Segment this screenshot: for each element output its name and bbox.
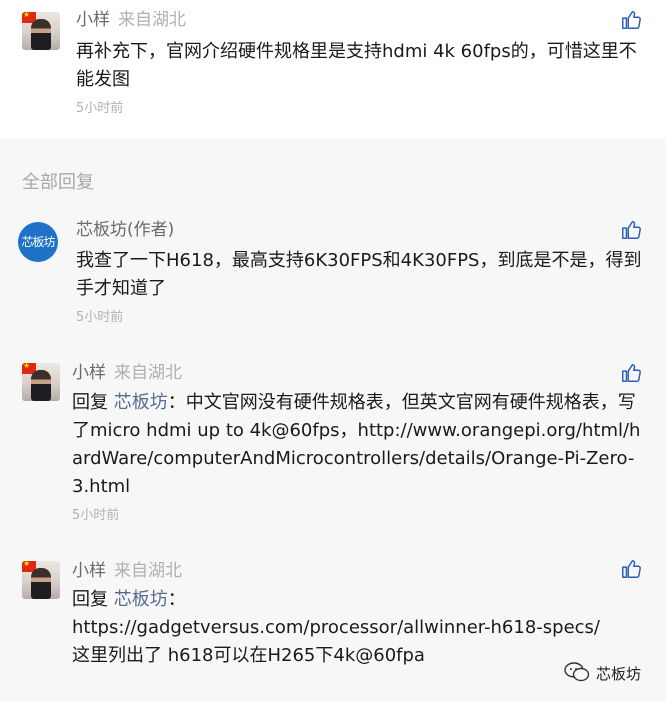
reply-to-link[interactable]: 芯板坊 — [114, 392, 168, 413]
thumbs-up-icon[interactable] — [620, 362, 642, 384]
location: 来自湖北 — [114, 363, 182, 383]
timestamp: 5小时前 — [72, 508, 120, 523]
reply-item: 小样来自湖北 回复 芯板坊：中文官网没有硬件规格表，但英文官网有硬件规格表，写了… — [0, 358, 666, 528]
top-comment-card: 小样来自湖北 再补充下，官网介绍硬件规格里是支持hdmi 4k 60fps的，可… — [0, 0, 666, 138]
reply-header: 小样 来自湖北 — [72, 560, 182, 582]
comment-header: 小样 来自湖北 — [76, 9, 186, 31]
reply-text: 我查了一下H618，最高支持6K30FPS和4K30FPS，到底是不是，得到手才… — [76, 250, 642, 299]
thumbs-up-icon[interactable] — [620, 558, 642, 580]
author-avatar[interactable]: 芯板坊 — [18, 222, 58, 262]
user-avatar[interactable] — [22, 363, 60, 401]
location: 来自湖北 — [114, 561, 182, 581]
reply-text: 回复 芯板坊：中文官网没有硬件规格表，但英文官网有硬件规格表，写了micro h… — [72, 389, 644, 501]
username[interactable]: 小样 — [72, 561, 106, 581]
reply-to-link[interactable]: 芯板坊 — [114, 589, 168, 610]
user-avatar[interactable] — [22, 561, 60, 599]
wechat-watermark: 芯板坊 — [564, 662, 641, 685]
reply-prefix: 回复 — [72, 392, 108, 413]
username[interactable]: 芯板坊(作者) — [76, 220, 174, 240]
watermark-label: 芯板坊 — [596, 665, 642, 683]
timestamp: 5小时前 — [76, 101, 124, 116]
reply-item: 芯板坊 芯板坊(作者) 我查了一下H618，最高支持6K30FPS和4K30FP… — [0, 214, 666, 334]
timestamp: 5小时前 — [76, 310, 124, 325]
section-title: 全部回复 — [22, 172, 94, 193]
wechat-icon — [564, 662, 590, 682]
reply-prefix: 回复 — [72, 589, 108, 610]
location: 来自湖北 — [118, 10, 186, 30]
username[interactable]: 小样 — [76, 10, 110, 30]
username[interactable]: 小样 — [72, 363, 106, 383]
thumbs-up-icon[interactable] — [620, 9, 642, 31]
user-avatar[interactable] — [22, 12, 60, 50]
reply-text: 回复 芯板坊： https://gadgetversus.com/process… — [72, 586, 632, 670]
comment-text: 再补充下，官网介绍硬件规格里是支持hdmi 4k 60fps的，可惜这里不能发图 — [76, 41, 637, 90]
thumbs-up-icon[interactable] — [620, 219, 642, 241]
reply-header: 小样 来自湖北 — [72, 362, 182, 384]
reply-header: 芯板坊(作者) — [76, 219, 174, 241]
